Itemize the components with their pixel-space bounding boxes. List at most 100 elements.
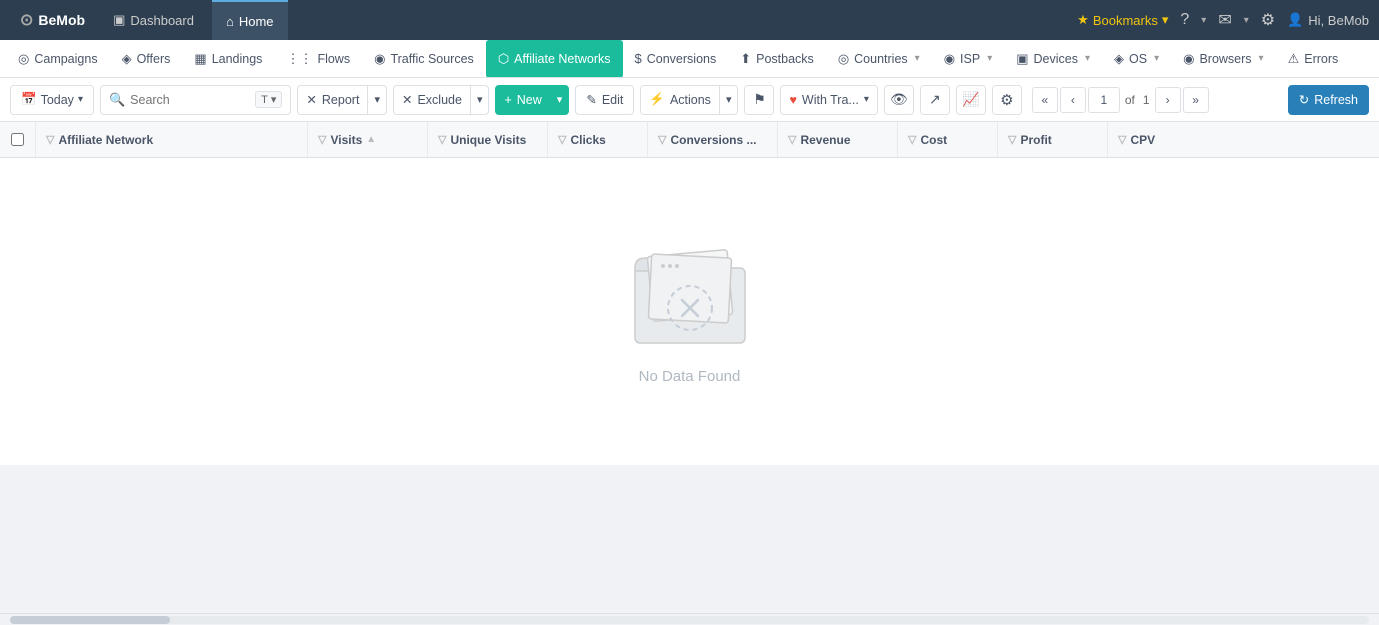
nav-browsers-label: Browsers: [1199, 52, 1251, 66]
page-next-button[interactable]: ›: [1155, 87, 1181, 113]
th-unique-visits[interactable]: ▽ Unique Visits: [428, 122, 548, 157]
flag-button[interactable]: ⚑: [744, 85, 774, 115]
new-dropdown-button[interactable]: ▾: [550, 85, 570, 115]
settings-icon[interactable]: ⚙: [1261, 10, 1275, 30]
nav-conversions[interactable]: $ Conversions: [623, 40, 729, 78]
nav-errors-label: Errors: [1304, 52, 1338, 66]
filter-profit-icon: ▽: [1008, 133, 1016, 146]
exclude-icon: ✕: [402, 92, 412, 107]
nav-postbacks[interactable]: ⬆ Postbacks: [728, 40, 826, 78]
today-label: Today: [41, 93, 74, 107]
conversions-icon: $: [635, 51, 642, 66]
nav-isp[interactable]: ◉ ISP ▾: [932, 40, 1005, 78]
today-button[interactable]: 📅 Today ▾: [10, 85, 94, 115]
with-tra-button[interactable]: ♥ With Tra... ▾: [780, 85, 877, 115]
th-cost[interactable]: ▽ Cost: [898, 122, 998, 157]
report-chevron-icon: ▾: [374, 93, 380, 106]
nav-campaigns-label: Campaigns: [34, 52, 97, 66]
empty-state: No Data Found: [0, 158, 1379, 465]
eye-icon: 👁: [890, 91, 908, 108]
th-cpv[interactable]: ▽ CPV: [1108, 122, 1379, 157]
page-prev-button[interactable]: ‹: [1060, 87, 1086, 113]
with-tra-label: With Tra...: [802, 93, 859, 107]
messages-icon[interactable]: ✉: [1218, 10, 1231, 30]
affiliate-networks-icon: ⬡: [498, 51, 509, 67]
exclude-button[interactable]: ✕ Exclude: [393, 85, 470, 115]
offers-icon: ◈: [122, 51, 132, 67]
star-icon: ★: [1077, 12, 1089, 28]
os-chevron-icon: ▾: [1154, 53, 1159, 64]
help-icon[interactable]: ?: [1180, 11, 1189, 29]
th-affiliate-network[interactable]: ▽ Affiliate Network: [36, 122, 308, 157]
bottom-scrollbar[interactable]: [0, 613, 1379, 625]
tab-home[interactable]: ⌂ Home: [212, 0, 288, 40]
nav-os[interactable]: ◈ OS ▾: [1102, 40, 1171, 78]
nav-flows[interactable]: ⋮⋮ Flows: [274, 40, 362, 78]
report-button[interactable]: ✕ Report: [297, 85, 367, 115]
actions-label: Actions: [670, 93, 711, 107]
select-all-checkbox[interactable]: [11, 133, 24, 146]
user-menu[interactable]: 👤 Hi, BeMob: [1287, 12, 1369, 28]
exclude-dropdown-button[interactable]: ▾: [470, 85, 490, 115]
table-settings-button[interactable]: ⚙: [992, 85, 1022, 115]
eye-button[interactable]: 👁: [884, 85, 914, 115]
nav-errors[interactable]: ⚠ Errors: [1276, 40, 1351, 78]
search-type-chevron-icon: ▾: [271, 93, 277, 106]
nav-campaigns[interactable]: ◎ Campaigns: [6, 40, 110, 78]
tab-home-label: Home: [239, 14, 274, 29]
nav-os-label: OS: [1129, 52, 1147, 66]
th-visits[interactable]: ▽ Visits ▲: [308, 122, 428, 157]
nav-countries[interactable]: ◎ Countries ▾: [826, 40, 932, 78]
nav-browsers[interactable]: ◉ Browsers ▾: [1171, 40, 1275, 78]
nav-offers[interactable]: ◈ Offers: [110, 40, 183, 78]
edit-button[interactable]: ✎ Edit: [575, 85, 634, 115]
postbacks-icon: ⬆: [740, 51, 751, 67]
actions-dropdown-button[interactable]: ▾: [719, 85, 739, 115]
th-profit[interactable]: ▽ Profit: [998, 122, 1108, 157]
report-dropdown-button[interactable]: ▾: [367, 85, 387, 115]
browsers-chevron-icon: ▾: [1259, 53, 1264, 64]
filter-conversions-icon: ▽: [658, 133, 666, 146]
top-bar: ⊙ BeMob ▣ Dashboard ⌂ Home ★ Bookmarks ▾…: [0, 0, 1379, 40]
nav-traffic-sources[interactable]: ◉ Traffic Sources: [362, 40, 486, 78]
chart-button[interactable]: 📈: [956, 85, 986, 115]
nav-devices[interactable]: ▣ Devices ▾: [1004, 40, 1102, 78]
report-icon: ✕: [306, 92, 316, 107]
bookmarks-button[interactable]: ★ Bookmarks ▾: [1077, 12, 1168, 28]
chart-icon: 📈: [962, 91, 979, 108]
refresh-button[interactable]: ↻ Refresh: [1288, 85, 1369, 115]
th-clicks[interactable]: ▽ Clicks: [548, 122, 648, 157]
scroll-thumb[interactable]: [10, 616, 170, 624]
nav-devices-label: Devices: [1034, 52, 1078, 66]
th-conversions[interactable]: ▽ Conversions ...: [648, 122, 778, 157]
nav-landings[interactable]: ▦ Landings: [182, 40, 274, 78]
page-last-button[interactable]: »: [1183, 87, 1209, 113]
search-icon: 🔍: [109, 92, 125, 108]
exclude-split: ✕ Exclude ▾: [393, 85, 490, 115]
edit-label: Edit: [602, 93, 624, 107]
devices-chevron-icon: ▾: [1085, 53, 1090, 64]
nav-isp-label: ISP: [960, 52, 980, 66]
top-right: ★ Bookmarks ▾ ? ▾ ✉ ▾ ⚙ 👤 Hi, BeMob: [1077, 10, 1369, 30]
scroll-track: [10, 616, 1369, 624]
th-cpv-label: CPV: [1130, 133, 1155, 147]
page-first-button[interactable]: «: [1032, 87, 1058, 113]
countries-chevron-icon: ▾: [915, 53, 920, 64]
export-button[interactable]: ↗: [920, 85, 950, 115]
th-conversions-label: Conversions ...: [670, 133, 756, 147]
nav-affiliate-networks[interactable]: ⬡ Affiliate Networks: [486, 40, 623, 78]
logo[interactable]: ⊙ BeMob: [10, 10, 95, 30]
today-chevron-icon: ▾: [78, 94, 83, 105]
tab-dashboard[interactable]: ▣ Dashboard: [99, 0, 208, 40]
search-input[interactable]: [130, 93, 250, 107]
flows-icon: ⋮⋮: [286, 51, 312, 67]
new-button[interactable]: + New: [495, 85, 549, 115]
th-checkbox[interactable]: [0, 122, 36, 157]
gear-icon: ⚙: [1000, 91, 1013, 109]
exclude-chevron-icon: ▾: [477, 93, 483, 106]
errors-icon: ⚠: [1288, 51, 1300, 67]
search-type-button[interactable]: T ▾: [255, 91, 282, 108]
th-revenue[interactable]: ▽ Revenue: [778, 122, 898, 157]
page-number-input[interactable]: [1088, 87, 1120, 113]
actions-button[interactable]: ⚡ Actions: [640, 85, 719, 115]
